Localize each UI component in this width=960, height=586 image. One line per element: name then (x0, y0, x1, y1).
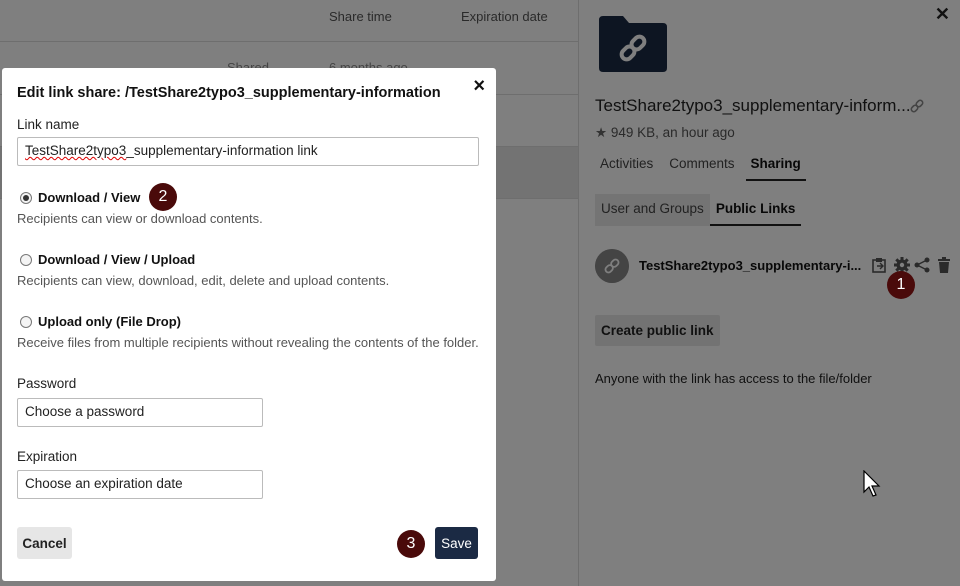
edit-link-share-dialog: Edit link share: /TestShare2typo3_supple… (2, 68, 496, 581)
link-name-input[interactable]: TestShare2typo3_supplementary-informatio… (17, 137, 479, 166)
expiration-date-input[interactable]: Choose an expiration date (17, 470, 263, 499)
radio-download-view[interactable] (20, 191, 32, 204)
close-dialog-icon[interactable]: × (473, 75, 485, 98)
password-label: Password (17, 376, 77, 391)
option-label[interactable]: Download / View / Upload (38, 252, 195, 267)
annotation-marker-1: 1 (887, 271, 915, 299)
option-description: Recipients can view, download, edit, del… (17, 273, 390, 288)
cancel-button[interactable]: Cancel (17, 527, 72, 559)
annotation-marker-2: 2 (149, 183, 177, 211)
option-description: Recipients can view or download contents… (17, 211, 263, 226)
option-download-view[interactable]: Download / View (20, 190, 140, 205)
option-label[interactable]: Download / View (38, 190, 140, 205)
option-upload-only[interactable]: Upload only (File Drop) (20, 314, 181, 329)
radio-download-view-upload[interactable] (20, 253, 32, 266)
radio-upload-only[interactable] (20, 315, 32, 328)
mouse-cursor-icon (863, 470, 881, 497)
password-input[interactable]: Choose a password (17, 398, 263, 427)
option-description: Receive files from multiple recipients w… (17, 335, 479, 350)
link-name-label: Link name (17, 117, 80, 132)
link-name-value-rest: _supplementary-information link (126, 143, 318, 158)
dialog-title: Edit link share: /TestShare2typo3_supple… (17, 85, 441, 101)
option-label[interactable]: Upload only (File Drop) (38, 314, 181, 329)
option-download-view-upload[interactable]: Download / View / Upload (20, 252, 195, 267)
save-button[interactable]: Save (435, 527, 478, 559)
annotation-marker-3: 3 (397, 530, 425, 558)
link-name-value-prefix: TestShare2typo3 (25, 143, 127, 158)
expiration-label: Expiration (17, 449, 78, 464)
